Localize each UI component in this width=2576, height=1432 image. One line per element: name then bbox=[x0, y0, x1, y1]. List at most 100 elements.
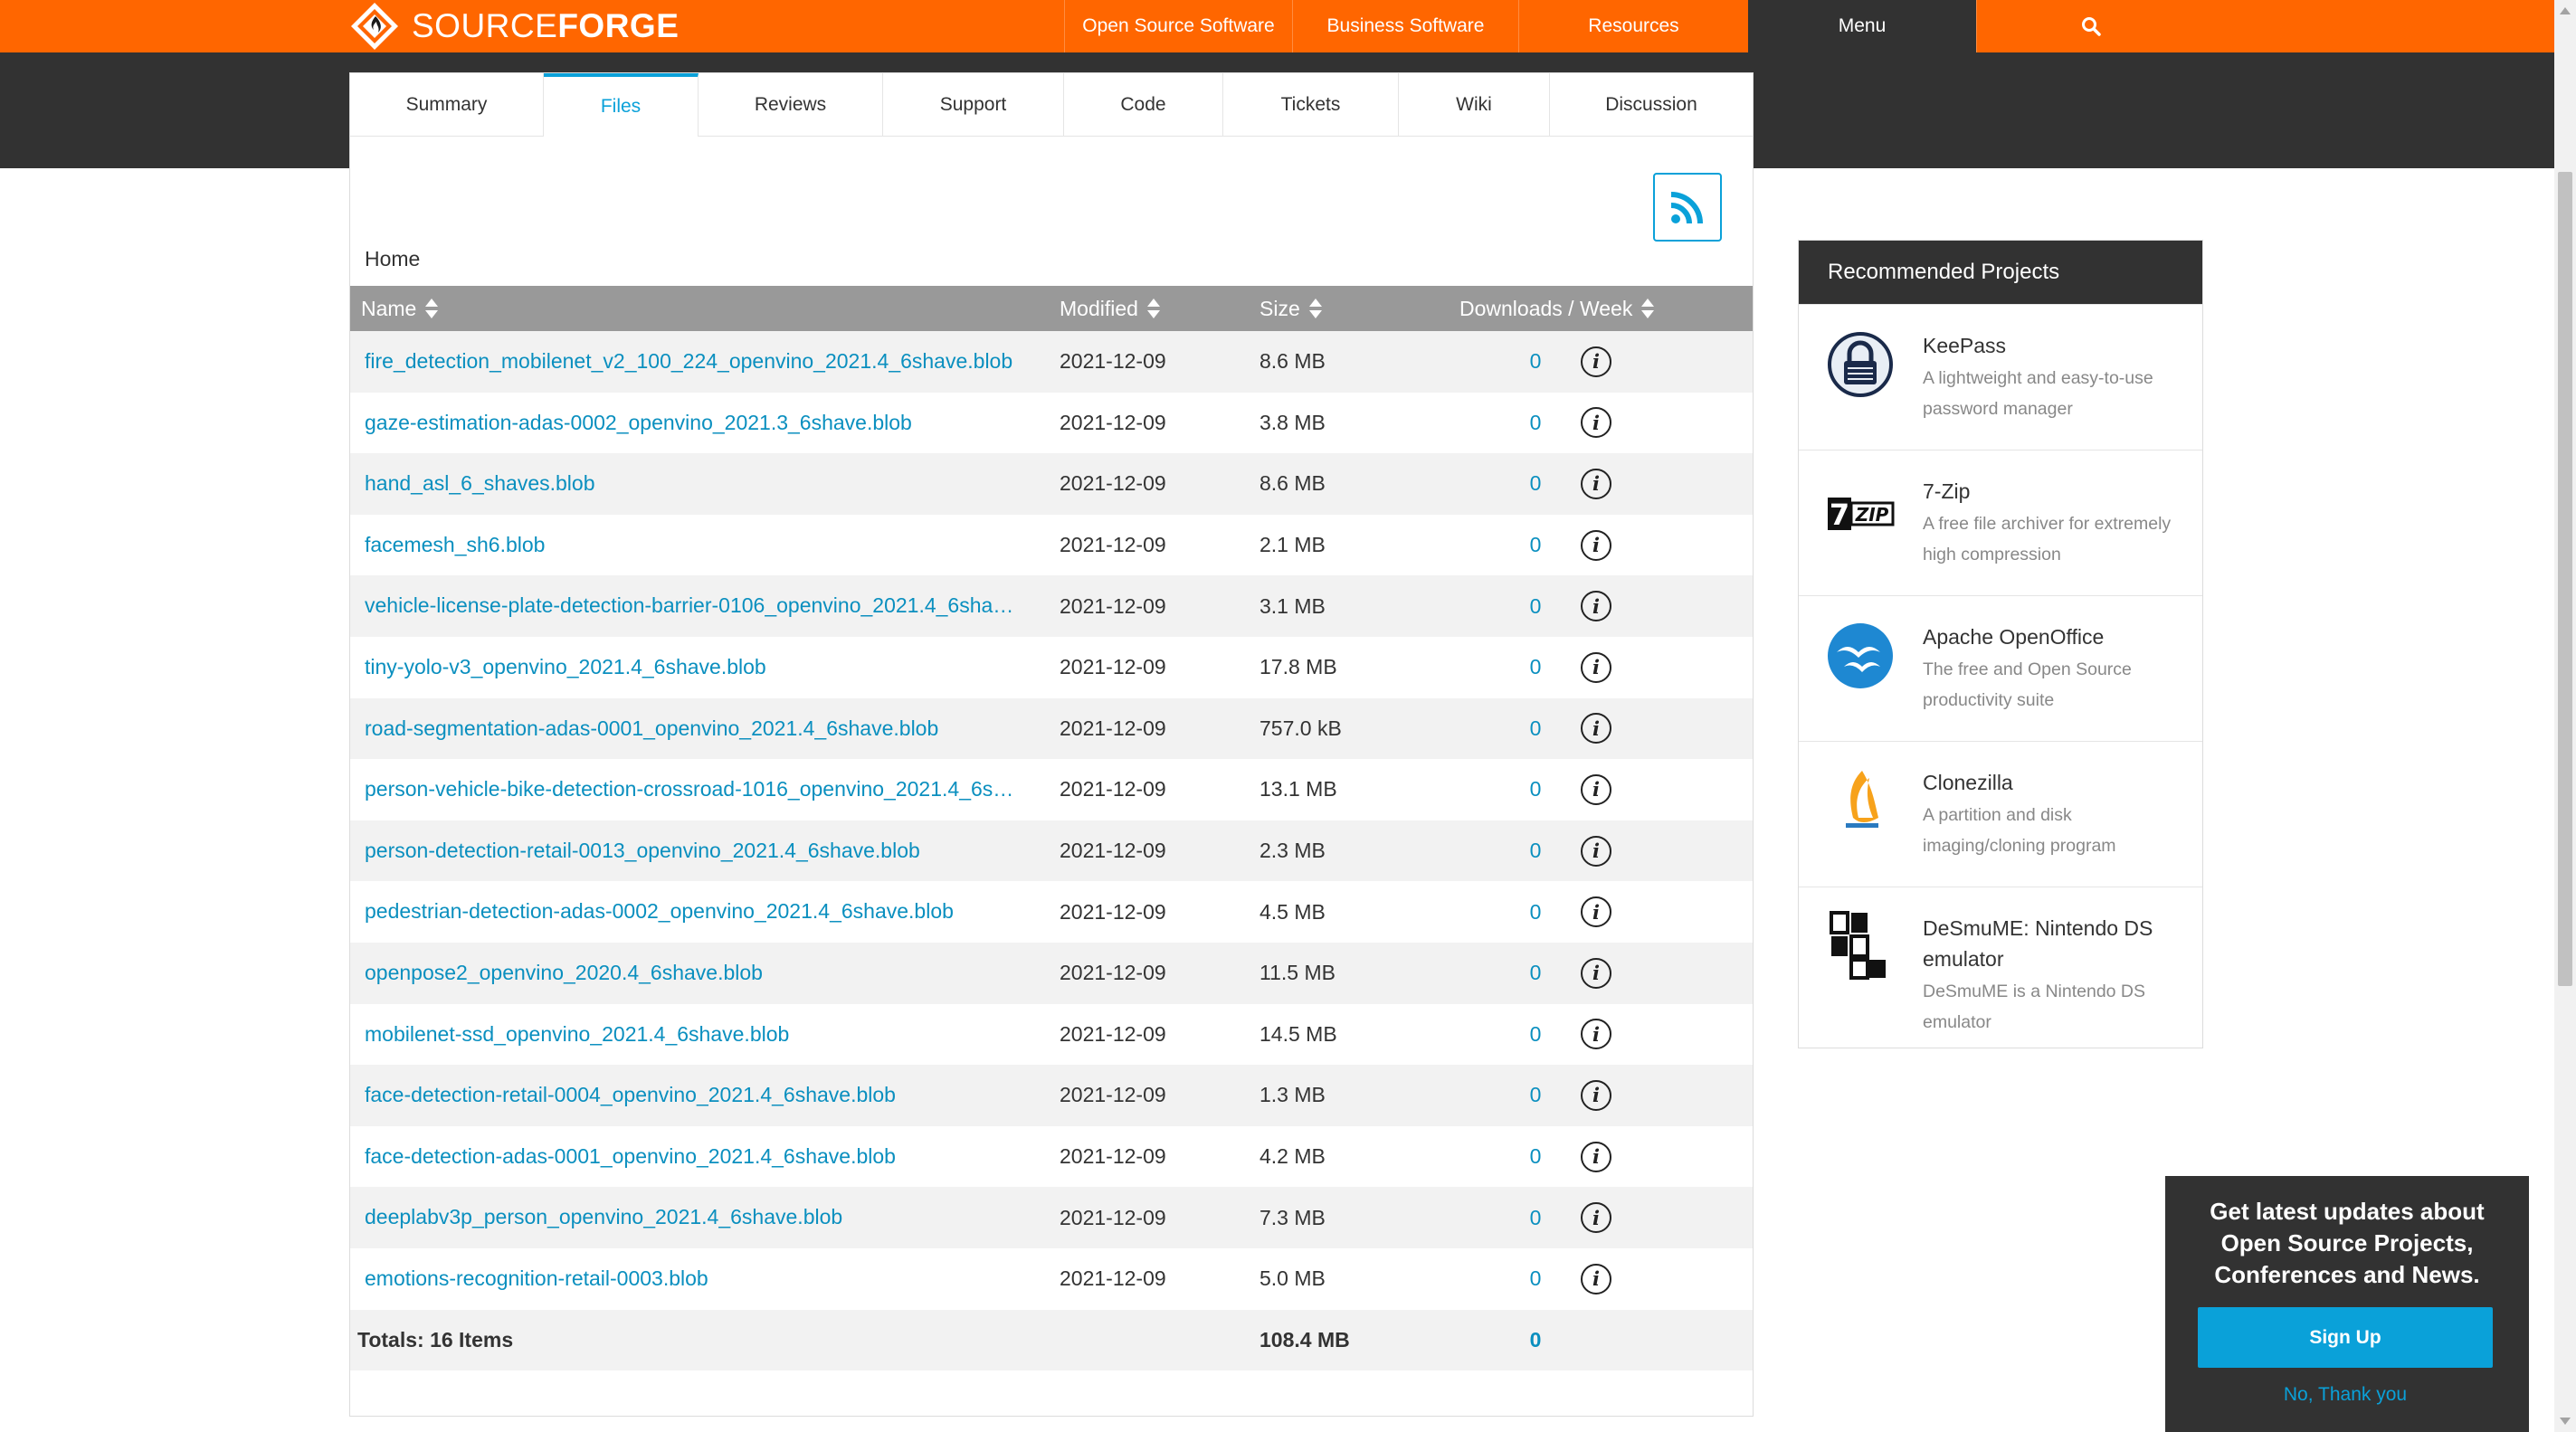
info-icon: i bbox=[1581, 1079, 1611, 1111]
file-modified: 2021-12-09 bbox=[1060, 716, 1166, 740]
project-card-openoffice[interactable]: Apache OpenOffice The free and Open Sour… bbox=[1799, 595, 2202, 741]
scroll-thumb[interactable] bbox=[2558, 172, 2572, 986]
file-name-link[interactable]: fire_detection_mobilenet_v2_100_224_open… bbox=[365, 331, 1072, 393]
sourceforge-logo[interactable]: SOURCEFORGE bbox=[348, 0, 679, 52]
tab-reviews[interactable]: Reviews bbox=[699, 73, 883, 137]
file-name-link[interactable]: deeplabv3p_person_openvino_2021.4_6shave… bbox=[365, 1187, 1072, 1248]
rss-feed-button[interactable] bbox=[1653, 173, 1722, 242]
file-name-link[interactable]: road-segmentation-adas-0001_openvino_202… bbox=[365, 698, 1072, 760]
nav-resources[interactable]: Resources bbox=[1518, 0, 1748, 52]
file-name-link[interactable]: emotions-recognition-retail-0003.blob bbox=[365, 1248, 1072, 1310]
file-downloads-link[interactable]: 0 bbox=[1517, 453, 1554, 515]
file-info-button[interactable]: i bbox=[1577, 575, 1615, 637]
file-info-button[interactable]: i bbox=[1577, 515, 1615, 576]
tab-wiki[interactable]: Wiki bbox=[1399, 73, 1550, 137]
file-info-button[interactable]: i bbox=[1577, 1004, 1615, 1066]
file-modified: 2021-12-09 bbox=[1060, 593, 1166, 618]
project-name[interactable]: 7-Zip bbox=[1923, 476, 2185, 507]
file-name-link[interactable]: openpose2_openvino_2020.4_6shave.blob bbox=[365, 943, 1072, 1004]
file-name-link[interactable]: facemesh_sh6.blob bbox=[365, 515, 1072, 576]
project-name[interactable]: KeePass bbox=[1923, 330, 2185, 361]
file-info-button[interactable]: i bbox=[1577, 759, 1615, 820]
file-downloads-link[interactable]: 0 bbox=[1517, 637, 1554, 698]
file-info-button[interactable]: i bbox=[1577, 1187, 1615, 1248]
file-size: 3.1 MB bbox=[1259, 593, 1326, 618]
nav-open-source-software[interactable]: Open Source Software bbox=[1064, 0, 1292, 52]
scroll-down-arrow-icon[interactable] bbox=[2560, 1418, 2571, 1425]
breadcrumb[interactable]: Home bbox=[365, 247, 420, 271]
header-downloads[interactable]: Downloads / Week bbox=[1459, 286, 1655, 331]
recommended-title: Recommended Projects bbox=[1799, 241, 2202, 304]
file-downloads-link[interactable]: 0 bbox=[1517, 759, 1554, 820]
project-name[interactable]: Clonezilla bbox=[1923, 767, 2185, 798]
file-name-link[interactable]: pedestrian-detection-adas-0002_openvino_… bbox=[365, 881, 1072, 943]
no-thank-you-link[interactable]: No, Thank you bbox=[2198, 1384, 2493, 1406]
file-size: 14.5 MB bbox=[1259, 1021, 1337, 1046]
tab-support[interactable]: Support bbox=[883, 73, 1064, 137]
file-info-button[interactable]: i bbox=[1577, 1065, 1615, 1126]
nav-business-software[interactable]: Business Software bbox=[1292, 0, 1518, 52]
file-downloads-link[interactable]: 0 bbox=[1517, 1187, 1554, 1248]
tab-tickets[interactable]: Tickets bbox=[1223, 73, 1399, 137]
file-info-button[interactable]: i bbox=[1577, 820, 1615, 882]
project-card-desmume[interactable]: DeSmuME: Nintendo DS emulator DeSmuME is… bbox=[1799, 887, 2202, 1048]
file-name-link[interactable]: face-detection-adas-0001_openvino_2021.4… bbox=[365, 1126, 1072, 1188]
file-downloads-link[interactable]: 0 bbox=[1517, 1126, 1554, 1188]
file-downloads-link[interactable]: 0 bbox=[1517, 331, 1554, 393]
file-name-link[interactable]: face-detection-retail-0004_openvino_2021… bbox=[365, 1065, 1072, 1126]
file-name-link[interactable]: vehicle-license-plate-detection-barrier-… bbox=[365, 575, 1072, 637]
file-downloads-link[interactable]: 0 bbox=[1517, 881, 1554, 943]
file-downloads-link[interactable]: 0 bbox=[1517, 575, 1554, 637]
header-size[interactable]: Size bbox=[1259, 286, 1322, 331]
file-downloads-link[interactable]: 0 bbox=[1517, 1248, 1554, 1310]
file-name-link[interactable]: person-vehicle-bike-detection-crossroad-… bbox=[365, 759, 1072, 820]
file-info-button[interactable]: i bbox=[1577, 331, 1615, 393]
file-downloads-link[interactable]: 0 bbox=[1517, 1065, 1554, 1126]
file-modified: 2021-12-09 bbox=[1060, 1266, 1166, 1291]
header-name[interactable]: Name bbox=[361, 286, 439, 331]
file-info-button[interactable]: i bbox=[1577, 698, 1615, 760]
header-modified-label: Modified bbox=[1060, 296, 1138, 320]
file-downloads-link[interactable]: 0 bbox=[1517, 943, 1554, 1004]
file-downloads-link[interactable]: 0 bbox=[1517, 515, 1554, 576]
page-scrollbar[interactable] bbox=[2554, 0, 2576, 1432]
tab-files[interactable]: Files bbox=[544, 73, 699, 137]
tab-summary[interactable]: Summary bbox=[350, 73, 544, 137]
totals-size: 108.4 MB bbox=[1259, 1328, 1350, 1351]
file-name-link[interactable]: mobilenet-ssd_openvino_2021.4_6shave.blo… bbox=[365, 1004, 1072, 1066]
file-info-button[interactable]: i bbox=[1577, 637, 1615, 698]
file-info-button[interactable]: i bbox=[1577, 943, 1615, 1004]
file-modified: 2021-12-09 bbox=[1060, 471, 1166, 496]
table-row: facemesh_sh6.blob 2021-12-09 2.1 MB 0 i bbox=[350, 514, 1753, 576]
file-name-link[interactable]: person-detection-retail-0013_openvino_20… bbox=[365, 820, 1072, 882]
tab-discussion[interactable]: Discussion bbox=[1550, 73, 1753, 137]
sign-up-button[interactable]: Sign Up bbox=[2198, 1307, 2493, 1368]
file-info-button[interactable]: i bbox=[1577, 1248, 1615, 1310]
project-desc: DeSmuME is a Nintendo DS emulator bbox=[1923, 982, 2146, 1032]
file-info-button[interactable]: i bbox=[1577, 393, 1615, 454]
project-card-keepass[interactable]: KeePass A lightweight and easy-to-use pa… bbox=[1799, 304, 2202, 450]
file-info-button[interactable]: i bbox=[1577, 881, 1615, 943]
file-downloads-link[interactable]: 0 bbox=[1517, 393, 1554, 454]
totals-row: Totals: 16 Items 108.4 MB 0 bbox=[350, 1310, 1753, 1370]
info-icon: i bbox=[1581, 896, 1611, 928]
file-downloads-link[interactable]: 0 bbox=[1517, 698, 1554, 760]
file-name-link[interactable]: hand_asl_6_shaves.blob bbox=[365, 453, 1072, 515]
file-name-link[interactable]: gaze-estimation-adas-0002_openvino_2021.… bbox=[365, 393, 1072, 454]
project-name[interactable]: Apache OpenOffice bbox=[1923, 621, 2185, 652]
file-info-button[interactable]: i bbox=[1577, 1126, 1615, 1188]
project-card-clonezilla[interactable]: Clonezilla A partition and disk imaging/… bbox=[1799, 741, 2202, 887]
scroll-up-arrow-icon[interactable] bbox=[2560, 7, 2571, 14]
nav-menu-button[interactable]: Menu bbox=[1748, 0, 1976, 52]
files-table-body: fire_detection_mobilenet_v2_100_224_open… bbox=[350, 331, 1753, 1310]
file-downloads-link[interactable]: 0 bbox=[1517, 1004, 1554, 1066]
project-name[interactable]: DeSmuME: Nintendo DS emulator bbox=[1923, 913, 2185, 974]
nav-search-button[interactable] bbox=[1976, 0, 2204, 52]
header-modified[interactable]: Modified bbox=[1060, 286, 1160, 331]
file-size: 757.0 kB bbox=[1259, 716, 1342, 740]
file-downloads-link[interactable]: 0 bbox=[1517, 820, 1554, 882]
file-info-button[interactable]: i bbox=[1577, 453, 1615, 515]
project-card-7zip[interactable]: 7 ZIP 7-Zip A free file archiver for ext… bbox=[1799, 450, 2202, 595]
tab-code[interactable]: Code bbox=[1064, 73, 1223, 137]
file-name-link[interactable]: tiny-yolo-v3_openvino_2021.4_6shave.blob bbox=[365, 637, 1072, 698]
